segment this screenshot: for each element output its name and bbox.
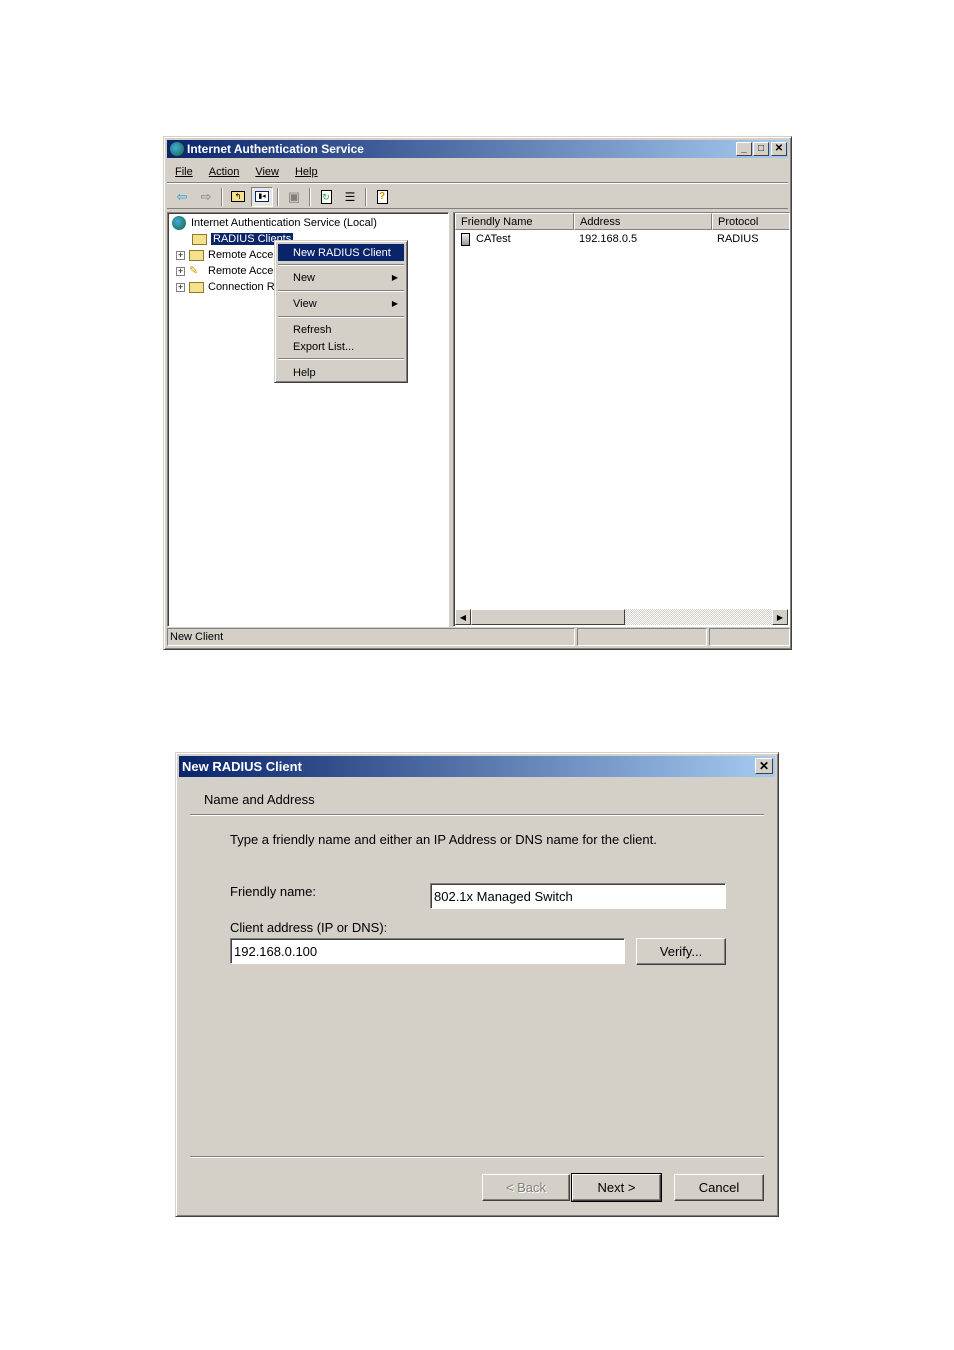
folder-icon bbox=[189, 249, 204, 261]
new-radius-client-dialog: New RADIUS Client ✕ Name and Address Typ… bbox=[175, 752, 779, 1217]
ias-window: Internet Authentication Service _ □ ✕ Fi… bbox=[163, 136, 792, 650]
tree-item-remote-access-logging[interactable]: + Remote Acce bbox=[176, 247, 273, 263]
ias-globe-icon bbox=[172, 216, 186, 230]
dialog-titlebar[interactable]: New RADIUS Client ✕ bbox=[179, 756, 775, 777]
verify-button[interactable]: Verify... bbox=[636, 938, 726, 965]
export-list-icon[interactable]: ☰ bbox=[339, 187, 361, 207]
refresh-icon[interactable]: ↻ bbox=[315, 187, 337, 207]
expand-icon[interactable]: + bbox=[176, 266, 185, 276]
radius-client-icon bbox=[461, 233, 470, 246]
close-button[interactable]: ✕ bbox=[771, 142, 787, 156]
friendly-name-label: Friendly name: bbox=[230, 884, 316, 899]
list-pane[interactable]: Friendly Name Address Protocol CATest 19… bbox=[453, 212, 790, 627]
menu-action[interactable]: Action bbox=[201, 166, 248, 178]
status-bar: New Client bbox=[167, 628, 790, 646]
menu-item-new-radius-client[interactable]: New RADIUS Client bbox=[278, 244, 404, 261]
maximize-button[interactable]: □ bbox=[753, 142, 769, 156]
scroll-thumb[interactable] bbox=[471, 609, 625, 625]
policy-icon: ✎ bbox=[189, 265, 199, 277]
ias-app-icon bbox=[170, 142, 184, 156]
ias-titlebar[interactable]: Internet Authentication Service _ □ ✕ bbox=[167, 140, 788, 158]
table-row[interactable]: CATest 192.168.0.5 RADIUS bbox=[455, 232, 789, 248]
menu-item-view[interactable]: View ▶ bbox=[278, 295, 404, 312]
toolbar-separator bbox=[221, 187, 223, 206]
instruction-text: Type a friendly name and either an IP Ad… bbox=[230, 832, 657, 847]
back-button[interactable]: < Back bbox=[482, 1174, 570, 1201]
column-header-friendly-name[interactable]: Friendly Name bbox=[455, 213, 574, 230]
tree-item-connection-request[interactable]: + Connection R bbox=[176, 279, 275, 295]
status-panel-2 bbox=[577, 628, 707, 646]
friendly-name-input[interactable]: 802.1x Managed Switch bbox=[430, 883, 726, 909]
context-menu: New RADIUS Client New ▶ View ▶ Refresh Exp… bbox=[274, 240, 408, 383]
window-title: Internet Authentication Service bbox=[187, 142, 364, 156]
footer-divider bbox=[190, 1156, 764, 1158]
menu-separator bbox=[278, 290, 404, 292]
menu-separator bbox=[278, 264, 404, 266]
menu-help[interactable]: Help bbox=[287, 166, 326, 178]
menu-item-help[interactable]: Help bbox=[278, 364, 404, 381]
status-panel-3 bbox=[709, 628, 790, 646]
menu-view[interactable]: View bbox=[247, 166, 287, 178]
expand-icon[interactable]: + bbox=[176, 250, 185, 260]
menu-item-new[interactable]: New ▶ bbox=[278, 269, 404, 286]
expand-icon[interactable]: + bbox=[176, 282, 185, 292]
minimize-button[interactable]: _ bbox=[736, 142, 752, 156]
help-icon[interactable]: ? bbox=[371, 187, 393, 207]
status-text: New Client bbox=[167, 628, 575, 646]
menu-item-export-list[interactable]: Export List... bbox=[278, 338, 404, 355]
delete-icon[interactable]: ▣ bbox=[283, 187, 305, 207]
menu-item-refresh[interactable]: Refresh bbox=[278, 321, 404, 338]
header-divider bbox=[190, 814, 764, 816]
dialog-close-button[interactable]: ✕ bbox=[755, 758, 773, 774]
horizontal-scrollbar[interactable]: ◀ ▶ bbox=[455, 609, 788, 625]
submenu-arrow-icon: ▶ bbox=[391, 273, 398, 282]
scroll-right-button[interactable]: ▶ bbox=[772, 609, 788, 625]
toolbar-separator bbox=[277, 187, 279, 206]
menu-file[interactable]: File bbox=[167, 166, 201, 178]
show-hide-tree-icon[interactable]: ▮◂ bbox=[251, 186, 273, 207]
back-arrow-icon[interactable]: ⇦ bbox=[171, 187, 193, 207]
forward-arrow-icon[interactable]: ⇨ bbox=[195, 187, 217, 207]
folder-icon bbox=[189, 281, 204, 293]
submenu-arrow-icon: ▶ bbox=[391, 299, 398, 308]
cancel-button[interactable]: Cancel bbox=[674, 1174, 764, 1201]
up-folder-icon[interactable]: ↰ bbox=[227, 187, 249, 207]
tree-item-remote-access-policies[interactable]: + ✎ Remote Acce bbox=[176, 263, 273, 279]
menu-separator bbox=[278, 316, 404, 318]
dialog-title: New RADIUS Client bbox=[182, 759, 302, 774]
menu-separator bbox=[278, 358, 404, 360]
folder-open-icon bbox=[192, 233, 207, 245]
toolbar-separator bbox=[365, 187, 367, 206]
tree-root[interactable]: Internet Authentication Service (Local) bbox=[172, 215, 377, 231]
client-address-label: Client address (IP or DNS): bbox=[230, 920, 388, 935]
client-address-input[interactable]: 192.168.0.100 bbox=[230, 938, 625, 964]
next-button[interactable]: Next > bbox=[571, 1173, 662, 1202]
scroll-left-button[interactable]: ◀ bbox=[455, 609, 471, 625]
section-title: Name and Address bbox=[204, 792, 315, 807]
column-header-protocol[interactable]: Protocol bbox=[712, 213, 789, 230]
column-header-address[interactable]: Address bbox=[574, 213, 712, 230]
toolbar: ⇦ ⇨ ↰ ▮◂ ▣ ↻ ☰ ? bbox=[167, 185, 788, 209]
menu-bar: File Action View Help bbox=[167, 161, 788, 183]
toolbar-separator bbox=[309, 187, 311, 206]
